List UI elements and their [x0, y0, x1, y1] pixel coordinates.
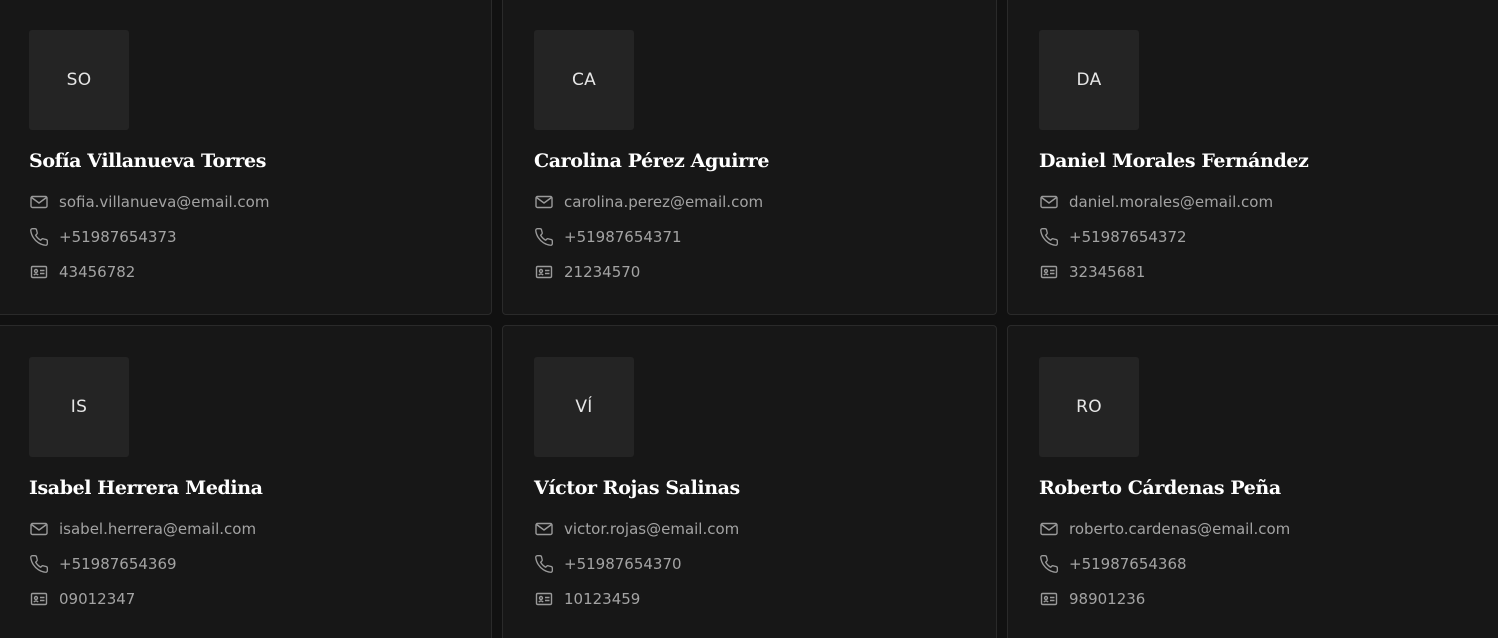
phone-icon	[29, 227, 49, 247]
document-text: 98901236	[1069, 590, 1146, 608]
phone-text[interactable]: +51987654372	[1069, 228, 1187, 246]
phone-text[interactable]: +51987654370	[564, 555, 682, 573]
phone-icon	[1039, 227, 1059, 247]
phone-text[interactable]: +51987654368	[1069, 555, 1187, 573]
phone-row: +51987654372	[1039, 227, 1187, 247]
document-text: 10123459	[564, 590, 641, 608]
phone-row: +51987654369	[29, 554, 177, 574]
id-card-icon	[29, 589, 49, 609]
avatar: RO	[1039, 357, 1139, 457]
document-row: 09012347	[29, 589, 135, 609]
mail-icon	[29, 192, 49, 212]
phone-icon	[534, 227, 554, 247]
document-row: 21234570	[534, 262, 640, 282]
document-text: 09012347	[59, 590, 136, 608]
document-row: 10123459	[534, 589, 640, 609]
avatar: DA	[1039, 30, 1139, 130]
document-text: 32345681	[1069, 263, 1146, 281]
email-row: roberto.cardenas@email.com	[1039, 519, 1290, 539]
email-text[interactable]: daniel.morales@email.com	[1069, 193, 1273, 211]
id-card-icon	[29, 262, 49, 282]
document-text: 21234570	[564, 263, 641, 281]
phone-text[interactable]: +51987654373	[59, 228, 177, 246]
contact-name: Isabel Herrera Medina	[29, 477, 263, 499]
email-text[interactable]: carolina.perez@email.com	[564, 193, 763, 211]
avatar: IS	[29, 357, 129, 457]
avatar: VÍ	[534, 357, 634, 457]
phone-icon	[29, 554, 49, 574]
id-card-icon	[534, 589, 554, 609]
id-card-icon	[1039, 589, 1059, 609]
mail-icon	[1039, 192, 1059, 212]
contact-card[interactable]: VÍ Víctor Rojas Salinas victor.rojas@ema…	[502, 325, 997, 638]
contact-name: Daniel Morales Fernández	[1039, 150, 1309, 172]
phone-icon	[534, 554, 554, 574]
contact-card[interactable]: CA Carolina Pérez Aguirre carolina.perez…	[502, 0, 997, 315]
email-row: isabel.herrera@email.com	[29, 519, 256, 539]
contact-card[interactable]: DA Daniel Morales Fernández daniel.moral…	[1007, 0, 1498, 315]
contact-card[interactable]: RO Roberto Cárdenas Peña roberto.cardena…	[1007, 325, 1498, 638]
email-text[interactable]: roberto.cardenas@email.com	[1069, 520, 1290, 538]
email-text[interactable]: sofia.villanueva@email.com	[59, 193, 269, 211]
phone-row: +51987654368	[1039, 554, 1187, 574]
phone-icon	[1039, 554, 1059, 574]
contact-name: Sofía Villanueva Torres	[29, 150, 267, 172]
document-row: 32345681	[1039, 262, 1145, 282]
document-row: 43456782	[29, 262, 135, 282]
email-row: victor.rojas@email.com	[534, 519, 739, 539]
email-text[interactable]: isabel.herrera@email.com	[59, 520, 256, 538]
email-row: sofia.villanueva@email.com	[29, 192, 269, 212]
phone-row: +51987654373	[29, 227, 177, 247]
mail-icon	[534, 192, 554, 212]
contact-card[interactable]: SO Sofía Villanueva Torres sofia.villanu…	[0, 0, 492, 315]
email-text[interactable]: victor.rojas@email.com	[564, 520, 739, 538]
contact-name: Víctor Rojas Salinas	[534, 477, 740, 499]
contact-name: Carolina Pérez Aguirre	[534, 150, 770, 172]
phone-row: +51987654371	[534, 227, 682, 247]
contact-grid: SO Sofía Villanueva Torres sofia.villanu…	[0, 0, 1498, 638]
document-text: 43456782	[59, 263, 136, 281]
contact-card[interactable]: IS Isabel Herrera Medina isabel.herrera@…	[0, 325, 492, 638]
phone-row: +51987654370	[534, 554, 682, 574]
email-row: carolina.perez@email.com	[534, 192, 763, 212]
phone-text[interactable]: +51987654369	[59, 555, 177, 573]
id-card-icon	[1039, 262, 1059, 282]
mail-icon	[29, 519, 49, 539]
mail-icon	[534, 519, 554, 539]
email-row: daniel.morales@email.com	[1039, 192, 1273, 212]
avatar: SO	[29, 30, 129, 130]
document-row: 98901236	[1039, 589, 1145, 609]
id-card-icon	[534, 262, 554, 282]
avatar: CA	[534, 30, 634, 130]
mail-icon	[1039, 519, 1059, 539]
phone-text[interactable]: +51987654371	[564, 228, 682, 246]
contact-name: Roberto Cárdenas Peña	[1039, 477, 1281, 499]
